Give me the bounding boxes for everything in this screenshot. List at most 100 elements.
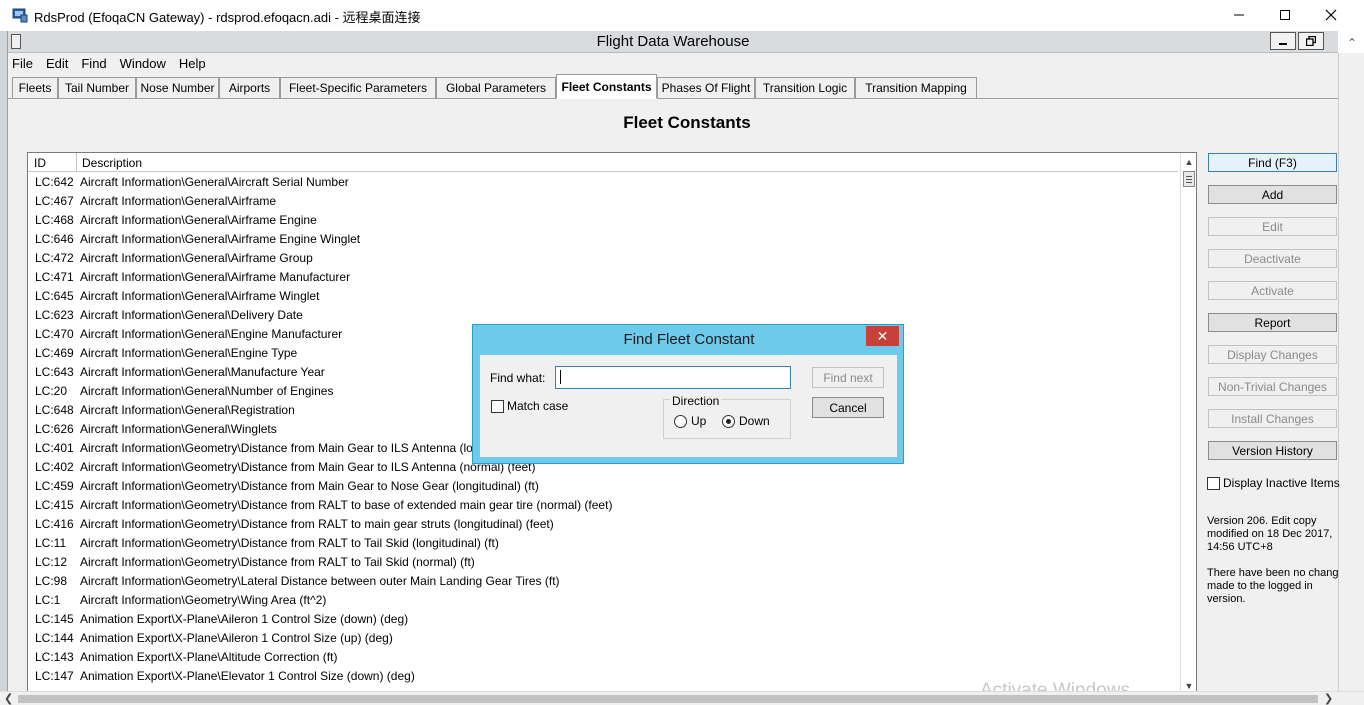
tab-tail-number[interactable]: Tail Number: [58, 77, 136, 98]
table-row[interactable]: LC:12 Aircraft Information\Geometry\Dista…: [28, 552, 1178, 571]
find-what-input[interactable]: [555, 366, 791, 389]
close-button[interactable]: [1308, 0, 1354, 30]
tab-fleet-constants[interactable]: Fleet Constants: [556, 74, 657, 99]
table-row[interactable]: LC:416 Aircraft Information\Geometry\Dist…: [28, 514, 1178, 533]
tab-airports[interactable]: Airports: [219, 77, 280, 98]
row-id: LC:472: [35, 251, 74, 265]
tab-global-parameters[interactable]: Global Parameters: [436, 77, 556, 98]
minimize-button[interactable]: [1216, 0, 1262, 30]
find-dialog: Find Fleet Constant ✕ Find what: Find ne…: [472, 324, 904, 464]
table-row[interactable]: LC:144 Animation Export\X-Plane\Aileron 1…: [28, 628, 1178, 647]
column-header-description[interactable]: Description: [82, 156, 142, 170]
row-description: Aircraft Information\General\Airframe Gr…: [80, 251, 313, 265]
vertical-scrollbar[interactable]: ▲ ▼: [1180, 153, 1196, 691]
row-description: Aircraft Information\General\Delivery Da…: [80, 308, 303, 322]
row-id: LC:469: [35, 346, 74, 360]
tab-nose-number[interactable]: Nose Number: [136, 77, 219, 98]
install-changes-button[interactable]: Install Changes: [1208, 409, 1337, 428]
tab-transition-logic[interactable]: Transition Logic: [755, 77, 855, 98]
tab-fleets[interactable]: Fleets: [12, 77, 58, 98]
horizontal-scrollbar-thumb[interactable]: [18, 695, 1318, 703]
scrollbar-thumb[interactable]: [1183, 171, 1195, 187]
find-button[interactable]: Find (F3): [1208, 153, 1337, 172]
table-row[interactable]: LC:467 Aircraft Information\General\Airfr…: [28, 191, 1178, 210]
table-row[interactable]: LC:98 Aircraft Information\Geometry\Later…: [28, 571, 1178, 590]
display-inactive-checkbox-row[interactable]: Display Inactive Items: [1207, 476, 1340, 490]
menu-file[interactable]: File: [12, 56, 33, 71]
tab-fleet-specific-parameters[interactable]: Fleet-Specific Parameters: [280, 77, 436, 98]
display-inactive-checkbox[interactable]: [1207, 476, 1220, 490]
maximize-button[interactable]: [1262, 0, 1308, 30]
chevron-up-icon[interactable]: ▲: [1181, 155, 1196, 169]
find-next-button[interactable]: Find next: [812, 367, 884, 388]
table-row[interactable]: LC:11 Aircraft Information\Geometry\Dista…: [28, 533, 1178, 552]
row-description: Animation Export\X-Plane\Aileron 1 Contr…: [80, 612, 409, 626]
edit-button[interactable]: Edit: [1208, 217, 1337, 236]
direction-down-option[interactable]: Down: [722, 414, 770, 428]
cancel-button[interactable]: Cancel: [812, 397, 884, 418]
table-row[interactable]: LC:468 Aircraft Information\General\Airfr…: [28, 210, 1178, 229]
find-what-label: Find what:: [490, 371, 546, 385]
row-id: LC:459: [35, 479, 74, 493]
menu-bar: File Edit Find Window Help: [8, 53, 1338, 73]
row-description: Aircraft Information\Geometry\Distance f…: [80, 555, 475, 569]
table-row[interactable]: LC:645 Aircraft Information\General\Airfr…: [28, 286, 1178, 305]
display-changes-button[interactable]: Display Changes: [1208, 345, 1337, 364]
menu-edit[interactable]: Edit: [46, 56, 68, 71]
version-line: Version 206. Edit copy: [1207, 515, 1317, 527]
direction-down-radio[interactable]: [722, 414, 735, 428]
table-row[interactable]: LC:471 Aircraft Information\General\Airfr…: [28, 267, 1178, 286]
column-header-id[interactable]: ID: [34, 156, 46, 170]
non-trivial-changes-button[interactable]: Non-Trivial Changes: [1208, 377, 1337, 396]
row-description: Aircraft Information\General\Aircraft Se…: [80, 175, 349, 189]
match-case-row[interactable]: Match case: [491, 399, 568, 413]
match-case-label: Match case: [507, 399, 569, 413]
tab-transition-mapping[interactable]: Transition Mapping: [855, 77, 977, 98]
tab-phases-of-flight[interactable]: Phases Of Flight: [657, 77, 755, 98]
row-description: Animation Export\X-Plane\Elevator 1 Cont…: [80, 669, 415, 683]
menu-window[interactable]: Window: [120, 56, 166, 71]
report-button[interactable]: Report: [1208, 313, 1337, 332]
table-row[interactable]: LC:143 Animation Export\X-Plane\Altitude …: [28, 647, 1178, 666]
row-id: LC:11: [35, 536, 67, 550]
activate-button[interactable]: Activate: [1208, 281, 1337, 300]
table-row[interactable]: LC:459 Aircraft Information\Geometry\Dist…: [28, 476, 1178, 495]
match-case-checkbox[interactable]: [491, 399, 504, 413]
app-restore-button[interactable]: [1298, 32, 1324, 50]
chevron-left-icon[interactable]: ❮: [4, 692, 13, 705]
menu-help[interactable]: Help: [179, 56, 206, 71]
deactivate-button[interactable]: Deactivate: [1208, 249, 1337, 268]
row-description: Animation Export\X-Plane\Altitude Correc…: [80, 650, 338, 664]
table-row[interactable]: LC:145 Animation Export\X-Plane\Aileron 1…: [28, 609, 1178, 628]
row-id: LC:468: [35, 213, 74, 227]
remote-desktop-icon: [12, 8, 28, 23]
row-id: LC:415: [35, 498, 74, 512]
table-row[interactable]: LC:415 Aircraft Information\Geometry\Dist…: [28, 495, 1178, 514]
direction-up-radio[interactable]: [674, 414, 687, 428]
row-id: LC:401: [35, 441, 74, 455]
row-id: LC:648: [35, 403, 74, 417]
table-row[interactable]: LC:642 Aircraft Information\General\Aircr…: [28, 172, 1178, 191]
table-row[interactable]: LC:623 Aircraft Information\General\Deliv…: [28, 305, 1178, 324]
app-title-bar: Flight Data Warehouse: [8, 31, 1338, 53]
chevron-up-icon[interactable]: ⌃: [1342, 33, 1362, 53]
row-description: Aircraft Information\General\Airframe Wi…: [80, 289, 320, 303]
column-divider[interactable]: [76, 153, 77, 172]
table-row[interactable]: LC:472 Aircraft Information\General\Airfr…: [28, 248, 1178, 267]
chevron-right-icon[interactable]: ❯: [1324, 692, 1333, 705]
row-id: LC:643: [35, 365, 74, 379]
row-id: LC:143: [35, 650, 74, 664]
page-title: Fleet Constants: [623, 113, 751, 132]
add-button[interactable]: Add: [1208, 185, 1337, 204]
dialog-close-button[interactable]: ✕: [866, 326, 899, 346]
table-row[interactable]: LC:646 Aircraft Information\General\Airfr…: [28, 229, 1178, 248]
version-history-button[interactable]: Version History: [1208, 441, 1337, 460]
version-line: version.: [1207, 593, 1246, 605]
menu-find[interactable]: Find: [81, 56, 106, 71]
row-id: LC:416: [35, 517, 74, 531]
row-description: Aircraft Information\Geometry\Wing Area …: [80, 593, 327, 607]
table-row[interactable]: LC:1 Aircraft Information\Geometry\Wing A…: [28, 590, 1178, 609]
app-minimize-button[interactable]: [1270, 32, 1296, 50]
direction-up-option[interactable]: Up: [674, 414, 706, 428]
horizontal-scrollbar[interactable]: ❮ ❯: [0, 691, 1364, 705]
